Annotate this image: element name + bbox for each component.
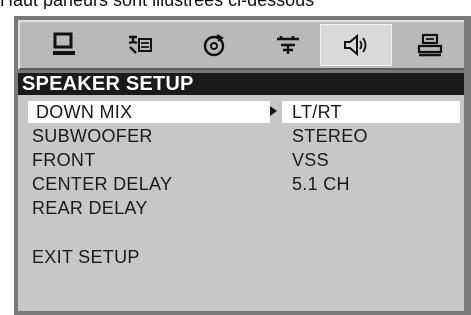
- option-vss[interactable]: VSS: [292, 149, 329, 171]
- audio-disc-icon[interactable]: [182, 24, 246, 66]
- speaker-setup-panel: DOWN MIX SUBWOOFER FRONT CENTER DELAY RE…: [18, 95, 464, 311]
- setup-icon-toolbar: [18, 20, 464, 70]
- menu-item-front[interactable]: FRONT: [32, 149, 96, 171]
- settings-icon[interactable]: [256, 24, 320, 66]
- page-title: SPEAKER SETUP: [18, 73, 464, 95]
- option-5-1-ch[interactable]: 5.1 CH: [292, 173, 350, 195]
- monitor-icon[interactable]: [32, 24, 96, 66]
- menu-item-center-delay[interactable]: CENTER DELAY: [32, 173, 172, 195]
- menu-item-down-mix[interactable]: DOWN MIX: [28, 101, 270, 123]
- dvd-setup-window: SPEAKER SETUP DOWN MIX SUBWOOFER FRONT C…: [14, 16, 471, 315]
- menu-item-exit-setup[interactable]: EXIT SETUP: [32, 246, 140, 268]
- menu-item-rear-delay[interactable]: REAR DELAY: [32, 197, 148, 219]
- language-icon[interactable]: [108, 24, 172, 66]
- speaker-icon[interactable]: [320, 24, 392, 66]
- preference-icon[interactable]: [398, 24, 462, 66]
- option-lt-rt[interactable]: LT/RT: [282, 101, 460, 123]
- menu-item-subwoofer[interactable]: SUBWOOFER: [32, 125, 153, 147]
- caption-fragment: Haut parleurs sont illustrées ci-dessous: [0, 0, 471, 9]
- option-stereo[interactable]: STEREO: [292, 125, 368, 147]
- submenu-arrow-icon: [270, 106, 277, 116]
